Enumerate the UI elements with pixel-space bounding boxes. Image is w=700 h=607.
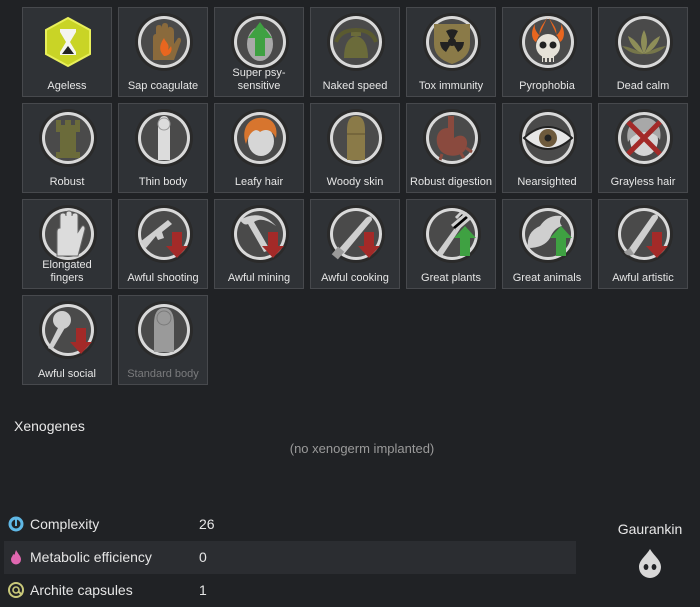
gene-awful-mining[interactable]: Awful mining — [214, 199, 304, 289]
gene-label: Ageless — [47, 80, 87, 92]
gene-label: Awful artistic — [612, 272, 674, 284]
gene-label: Robust — [49, 176, 85, 188]
hand-icon — [39, 205, 97, 263]
gene-ageless[interactable]: Ageless — [22, 7, 112, 97]
crossed-hair-icon — [615, 109, 673, 167]
gene-robust-digestion[interactable]: Robust digestion — [406, 103, 496, 193]
gene-great-animals[interactable]: Great animals — [502, 199, 592, 289]
gene-label: Grayless hair — [610, 176, 676, 188]
gene-label: Standard body — [127, 368, 199, 380]
plant-up-arrow-icon — [423, 205, 481, 263]
gene-leafy-hair[interactable]: Leafy hair — [214, 103, 304, 193]
stat-value: 0 — [199, 549, 207, 565]
flaming-skull-icon — [519, 13, 577, 71]
brush-down-arrow-icon — [615, 205, 673, 263]
gene-label: Robust digestion — [410, 176, 492, 188]
gene-elongated-fingers[interactable]: Elongated fingers — [22, 199, 112, 289]
gene-label: Awful shooting — [127, 272, 199, 284]
head-up-arrow-icon — [231, 13, 289, 71]
gene-robust[interactable]: Robust — [22, 103, 112, 193]
woody-body-icon — [327, 109, 385, 167]
tower-icon — [39, 109, 97, 167]
gene-thin-body[interactable]: Thin body — [118, 103, 208, 193]
hourglass-icon — [45, 16, 91, 68]
stat-name: Complexity — [30, 516, 100, 532]
pickaxe-down-arrow-icon — [231, 205, 289, 263]
gene-grayless-hair[interactable]: Grayless hair — [598, 103, 688, 193]
knife-down-arrow-icon — [327, 205, 385, 263]
gene-nearsighted[interactable]: Nearsighted — [502, 103, 592, 193]
xenotype-icon[interactable] — [637, 547, 663, 579]
lotus-icon — [615, 13, 673, 71]
stomach-icon — [423, 109, 481, 167]
gene-super-psy-sensitive[interactable]: Super psy-sensitive — [214, 7, 304, 97]
gene-label: Leafy hair — [234, 176, 284, 188]
gene-label: Tox immunity — [418, 80, 484, 92]
archite-icon — [8, 582, 24, 598]
stat-value: 1 — [199, 582, 207, 598]
rifle-down-arrow-icon — [135, 205, 193, 263]
gene-label: Great animals — [512, 272, 582, 284]
standard-body-icon — [135, 301, 193, 359]
gene-awful-cooking[interactable]: Awful cooking — [310, 199, 400, 289]
thin-body-icon — [135, 109, 193, 167]
gene-awful-social[interactable]: Awful social — [22, 295, 112, 385]
gene-label: Dead calm — [616, 80, 670, 92]
gene-label: Super psy-sensitive — [232, 67, 286, 92]
gene-great-plants[interactable]: Great plants — [406, 199, 496, 289]
stat-name: Metabolic efficiency — [30, 549, 152, 565]
complexity-icon — [8, 516, 24, 532]
radiation-shield-icon — [423, 13, 481, 71]
xenogenes-title: Xenogenes — [14, 418, 85, 434]
gene-label: Sap coagulate — [127, 80, 199, 92]
stat-value: 26 — [199, 516, 215, 532]
microphone-down-arrow-icon — [39, 301, 97, 359]
gene-dead-calm[interactable]: Dead calm — [598, 7, 688, 97]
gene-label: Elongated fingers — [42, 259, 92, 284]
gene-label: Naked speed — [322, 80, 388, 92]
stat-row-archite-capsules[interactable]: Archite capsules 1 — [4, 574, 576, 607]
gene-standard-body[interactable]: Standard body — [118, 295, 208, 385]
stat-row-complexity[interactable]: Complexity 26 — [4, 508, 576, 541]
gene-label: Awful cooking — [321, 272, 389, 284]
gene-tox-immunity[interactable]: Tox immunity — [406, 7, 496, 97]
xenotype-name: Gaurankin — [617, 521, 683, 537]
gene-label: Nearsighted — [517, 176, 577, 188]
gene-woody-skin[interactable]: Woody skin — [310, 103, 400, 193]
gene-pyrophobia[interactable]: Pyrophobia — [502, 7, 592, 97]
gene-label: Awful mining — [227, 272, 291, 284]
animal-up-arrow-icon — [519, 205, 577, 263]
stat-name: Archite capsules — [30, 582, 133, 598]
hand-flame-icon — [135, 13, 193, 71]
gene-awful-artistic[interactable]: Awful artistic — [598, 199, 688, 289]
leafy-hair-icon — [231, 109, 289, 167]
gene-label: Woody skin — [326, 176, 384, 188]
gene-label: Pyrophobia — [519, 80, 575, 92]
gene-label: Thin body — [138, 176, 188, 188]
gene-label: Great plants — [421, 272, 481, 284]
stat-row-metabolic-efficiency[interactable]: Metabolic efficiency 0 — [4, 541, 576, 574]
gene-naked-speed[interactable]: Naked speed — [310, 7, 400, 97]
gene-awful-shooting[interactable]: Awful shooting — [118, 199, 208, 289]
gene-label: Awful social — [38, 368, 96, 380]
eye-icon — [519, 109, 577, 167]
gene-sap-coagulate[interactable]: Sap coagulate — [118, 7, 208, 97]
bell-torso-icon — [327, 13, 385, 71]
xenogenes-empty-note: (no xenogerm implanted) — [289, 441, 435, 456]
metabolic-icon — [11, 550, 21, 565]
